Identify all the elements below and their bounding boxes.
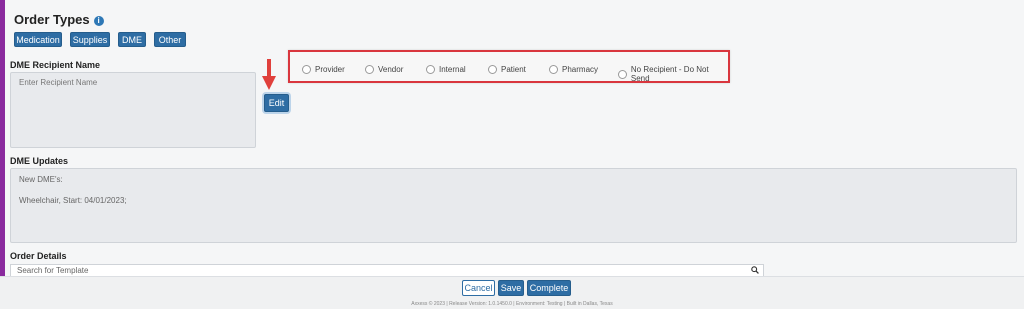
radio-circle-icon [426, 65, 435, 74]
template-search-placeholder: Search for Template [17, 266, 89, 275]
radio-no-recipient[interactable]: No Recipient - Do Not Send [618, 65, 728, 83]
radio-label: Pharmacy [562, 65, 599, 74]
radio-vendor[interactable]: Vendor [365, 65, 403, 74]
radio-circle-icon [618, 69, 627, 79]
page-title: Order Types i [14, 12, 104, 27]
recipient-name-label: DME Recipient Name [10, 60, 101, 70]
left-accent-bar [0, 0, 5, 276]
radio-internal[interactable]: Internal [426, 65, 466, 74]
page-title-text: Order Types [14, 12, 90, 27]
order-type-other-button[interactable]: Other [154, 32, 186, 47]
search-icon[interactable] [751, 266, 759, 274]
red-arrow-annotation [262, 59, 276, 90]
radio-label: Vendor [378, 65, 404, 74]
radio-label: Patient [501, 65, 526, 74]
footer-bar: Cancel Save Complete Axxess © 2023 | Rel… [0, 276, 1024, 309]
recipient-name-placeholder: Enter Recipient Name [19, 78, 98, 87]
radio-circle-icon [302, 65, 311, 74]
radio-circle-icon [549, 65, 558, 74]
radio-label: No Recipient - Do Not Send [630, 65, 709, 83]
dme-updates-label: DME Updates [10, 156, 69, 166]
radio-patient[interactable]: Patient [488, 65, 526, 74]
dme-updates-line: New DME's: [19, 175, 63, 184]
radio-circle-icon [365, 65, 374, 74]
info-icon[interactable]: i [93, 16, 104, 26]
dme-updates-line: Wheelchair, Start: 04/01/2023; [19, 196, 127, 205]
order-type-dme-button[interactable]: DME [118, 32, 146, 47]
radio-provider[interactable]: Provider [302, 65, 345, 74]
dme-updates-textarea[interactable]: New DME's: Wheelchair, Start: 04/01/2023… [10, 168, 1017, 243]
cancel-button[interactable]: Cancel [462, 280, 495, 296]
radio-pharmacy[interactable]: Pharmacy [549, 65, 598, 74]
recipient-name-input[interactable]: Enter Recipient Name [10, 72, 256, 148]
radio-circle-icon [488, 65, 497, 74]
save-button[interactable]: Save [498, 280, 524, 296]
complete-button[interactable]: Complete [527, 280, 571, 296]
radio-label: Provider [315, 65, 345, 74]
radio-label: Internal [439, 65, 466, 74]
footer-credit: Axxess © 2023 | Release Version: 1.0.145… [411, 301, 613, 307]
order-details-label: Order Details [10, 251, 67, 261]
order-type-supplies-button[interactable]: Supplies [70, 32, 110, 47]
order-type-medication-button[interactable]: Medication [14, 32, 62, 47]
template-search-input[interactable]: Search for Template [10, 264, 764, 276]
recipient-edit-button[interactable]: Edit [264, 94, 289, 112]
recipient-options-group: Provider Vendor Internal Patient Pharmac… [288, 50, 730, 83]
